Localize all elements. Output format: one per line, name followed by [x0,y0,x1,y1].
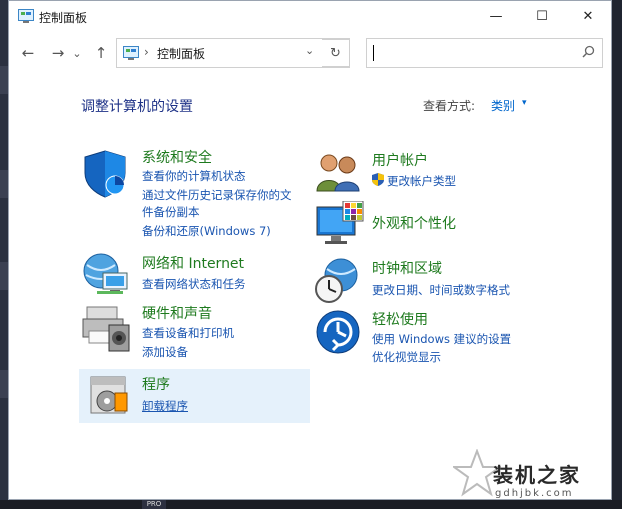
desktop-strip [0,0,8,509]
link-backup-restore[interactable]: 备份和还原(Windows 7) [142,223,271,239]
link-change-account-type[interactable]: 更改帐户类型 [387,173,456,189]
programs-icon[interactable] [87,373,131,417]
category-hardware-sound[interactable]: 硬件和声音 [142,303,212,323]
address-bar[interactable]: › 控制面板 ⌄ [116,38,350,68]
up-button[interactable]: ↑ [90,42,112,64]
link-file-history-cont[interactable]: 件备份副本 [142,204,200,220]
control-panel-window: 控制面板 — ☐ ✕ ← → ⌄ ↑ › 控制面板 ⌄ ↻ 调整计算机的设置 查… [8,0,612,500]
link-devices-printers[interactable]: 查看设备和打印机 [142,325,234,341]
link-network-status[interactable]: 查看网络状态和任务 [142,276,246,292]
category-network-internet[interactable]: 网络和 Internet [142,253,244,273]
refresh-button[interactable]: ↻ [322,39,350,67]
forward-button[interactable]: → [47,42,69,64]
window-title: 控制面板 [39,11,88,25]
shield-icon[interactable] [81,147,133,199]
category-appearance[interactable]: 外观和个性化 [372,213,456,233]
link-add-device[interactable]: 添加设备 [142,344,188,360]
close-button[interactable]: ✕ [565,1,611,32]
page-title: 调整计算机的设置 [81,99,193,115]
link-view-computer-status[interactable]: 查看你的计算机状态 [142,168,246,184]
category-user-accounts[interactable]: 用户帐户 [372,150,428,170]
titlebar[interactable]: 控制面板 — ☐ ✕ [9,1,611,32]
minimize-button[interactable]: — [473,1,519,32]
watermark-logo-text: 装机之家 [493,463,581,487]
breadcrumb-separator: › [144,45,149,59]
user-accounts-icon[interactable] [315,151,361,193]
link-optimize-visual-display[interactable]: 优化视觉显示 [372,349,441,365]
desktop-icon[interactable] [0,370,8,398]
link-recommended-settings[interactable]: 使用 Windows 建议的设置 [372,331,511,347]
link-uninstall-program[interactable]: 卸载程序 [142,398,188,414]
recent-locations-button[interactable]: ⌄ [71,42,83,64]
maximize-button[interactable]: ☐ [519,1,565,32]
search-icon[interactable] [582,45,595,58]
category-system-security[interactable]: 系统和安全 [142,147,212,167]
chevron-down-icon[interactable]: ▾ [522,98,527,108]
watermark-url: gdhjbk.com [495,488,574,499]
desktop-icon[interactable] [0,262,8,290]
back-button[interactable]: ← [17,42,39,64]
uac-shield-icon [372,173,384,186]
taskbar: PRO [0,500,622,509]
breadcrumb-control-panel[interactable]: 控制面板 [157,45,205,62]
clock-globe-icon[interactable] [313,257,363,305]
category-ease-of-access[interactable]: 轻松使用 [372,309,428,329]
taskbar-item[interactable]: PRO [142,500,166,509]
ease-of-access-icon[interactable] [315,309,361,355]
link-file-history[interactable]: 通过文件历史记录保存你的文 [142,187,292,203]
text-caret [373,45,374,61]
printer-icon[interactable] [81,301,131,353]
search-input[interactable] [366,38,603,68]
view-by-label: 查看方式: [423,99,476,113]
desktop-icon[interactable] [0,170,8,198]
category-programs[interactable]: 程序 [142,374,170,394]
link-change-date-time-format[interactable]: 更改日期、时间或数字格式 [372,282,510,298]
control-panel-icon [123,46,139,60]
appearance-monitor-icon[interactable] [315,201,365,247]
control-panel-icon [18,9,34,23]
address-dropdown-icon[interactable]: ⌄ [305,44,314,57]
desktop-icon[interactable] [0,66,8,94]
view-by-dropdown[interactable]: 类别 [491,97,515,114]
network-globe-icon[interactable] [81,251,131,297]
category-clock-region[interactable]: 时钟和区域 [372,258,442,278]
